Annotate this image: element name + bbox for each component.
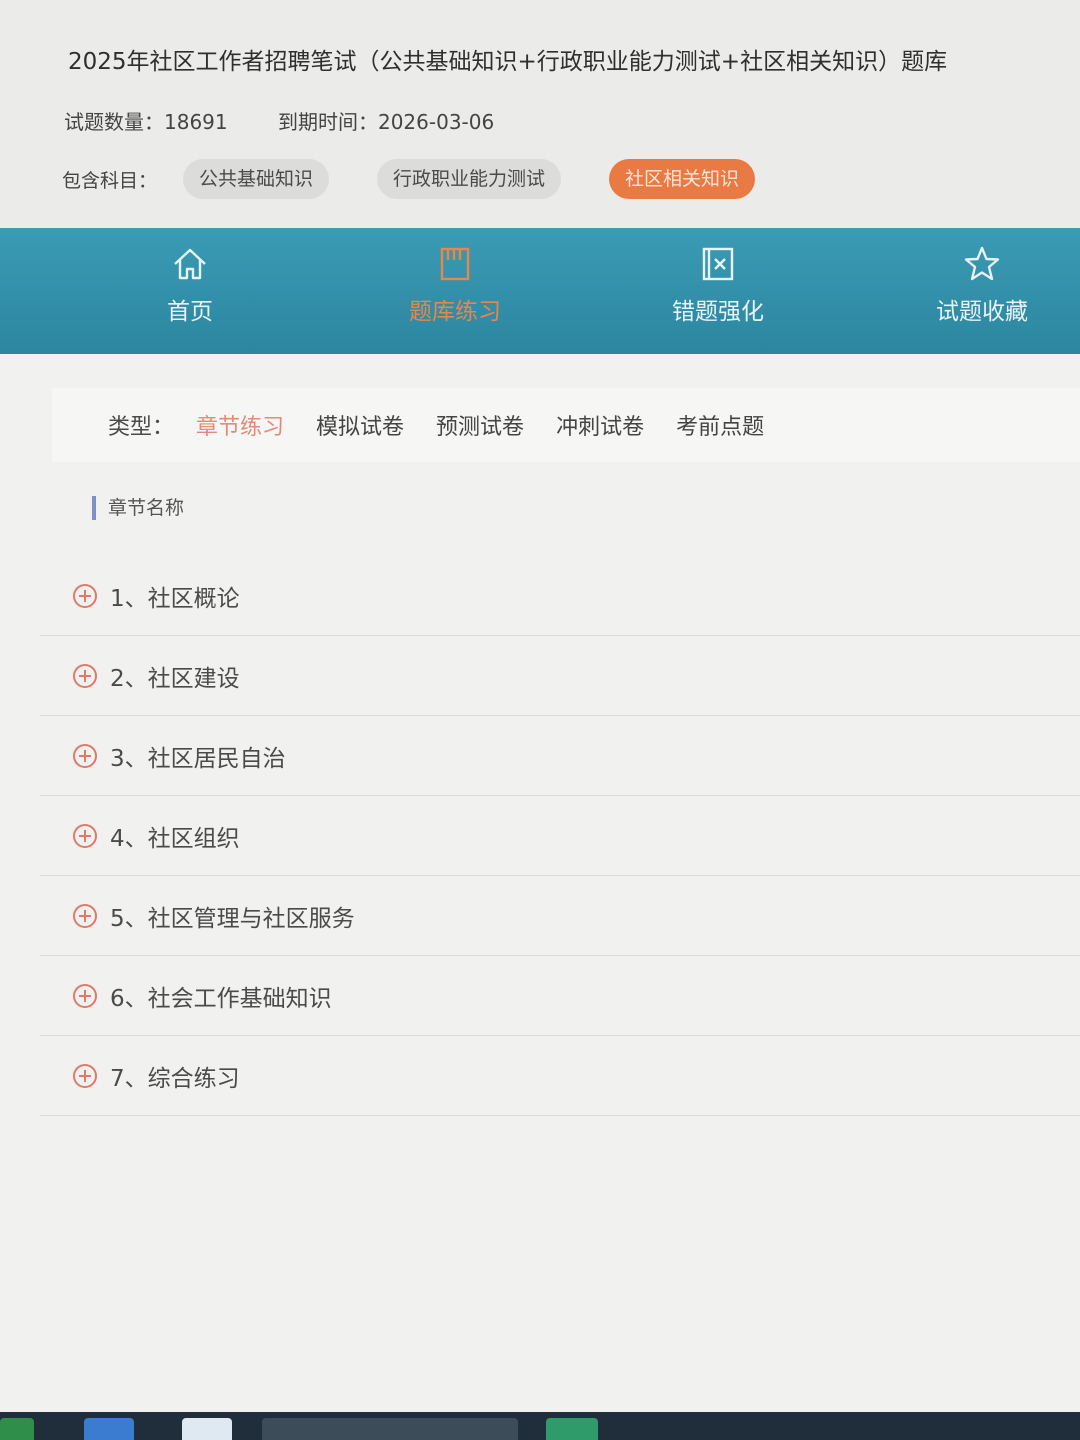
- os-taskbar: [0, 1412, 1080, 1440]
- taskbar-app-icon[interactable]: [546, 1418, 598, 1440]
- main-nav: 首页 题库练习 错题强化 试题收藏: [0, 228, 1080, 354]
- taskbar-app-icon[interactable]: [182, 1418, 232, 1440]
- type-filter-bar: 类型： 章节练习 模拟试卷 预测试卷 冲刺试卷 考前点题: [52, 388, 1080, 462]
- nav-favorites-label: 试题收藏: [936, 299, 1028, 325]
- expand-plus-icon[interactable]: [72, 743, 98, 769]
- taskbar-app-icon[interactable]: [0, 1418, 34, 1440]
- expand-plus-icon[interactable]: [72, 663, 98, 689]
- chapter-section-heading: 章节名称: [92, 496, 184, 520]
- chapter-item[interactable]: 2、社区建设: [40, 636, 1080, 716]
- expand-plus-icon[interactable]: [72, 583, 98, 609]
- question-count: 试题数量：18691: [64, 110, 228, 134]
- type-chapter-practice[interactable]: 章节练习: [196, 409, 284, 441]
- subject-chip-community[interactable]: 社区相关知识: [609, 159, 756, 199]
- type-label: 类型：: [108, 415, 175, 440]
- nav-mistakes-label: 错题强化: [672, 299, 764, 325]
- expand-plus-icon[interactable]: [72, 823, 98, 849]
- chapter-label: 4、社区组织: [110, 825, 240, 852]
- home-icon: [174, 248, 206, 280]
- subject-chip-public-basics[interactable]: 公共基础知识: [183, 159, 330, 199]
- question-count-value: 18691: [164, 110, 228, 134]
- chapter-item[interactable]: 5、社区管理与社区服务: [40, 876, 1080, 956]
- expiry-label: 到期时间：: [277, 110, 378, 134]
- expiry: 到期时间：2026-03-06: [278, 110, 494, 134]
- type-pre-exam-tips[interactable]: 考前点题: [676, 409, 764, 441]
- taskbar-window-button[interactable]: [262, 1418, 518, 1440]
- chapter-label: 5、社区管理与社区服务: [110, 905, 355, 932]
- course-info-panel: 2025年社区工作者招聘笔试（公共基础知识+行政职业能力测试+社区相关知识）题库…: [0, 0, 1080, 228]
- book-icon: [440, 247, 470, 281]
- chapter-label: 6、社会工作基础知识: [110, 985, 332, 1012]
- chapter-item[interactable]: 1、社区概论: [40, 556, 1080, 636]
- type-mock-exam[interactable]: 模拟试卷: [316, 409, 404, 441]
- nav-practice[interactable]: 题库练习: [355, 244, 555, 326]
- course-meta: 试题数量：18691 到期时间：2026-03-06: [64, 106, 538, 135]
- type-predict-exam[interactable]: 预测试卷: [436, 409, 524, 441]
- course-title: 2025年社区工作者招聘笔试（公共基础知识+行政职业能力测试+社区相关知识）题库: [68, 49, 948, 75]
- expand-plus-icon[interactable]: [72, 903, 98, 929]
- nav-home[interactable]: 首页: [90, 244, 290, 326]
- chapter-list: 1、社区概论 2、社区建设 3、社区居民自治 4、社区组织 5、社区管理与社区服…: [0, 556, 1080, 1116]
- nav-practice-label: 题库练习: [409, 299, 501, 325]
- nav-mistakes[interactable]: 错题强化: [618, 244, 818, 326]
- chapter-item[interactable]: 3、社区居民自治: [40, 716, 1080, 796]
- chapter-label: 1、社区概论: [110, 585, 240, 612]
- expand-plus-icon[interactable]: [72, 983, 98, 1009]
- type-sprint-exam[interactable]: 冲刺试卷: [556, 409, 644, 441]
- subject-chip-admin-aptitude[interactable]: 行政职业能力测试: [377, 159, 562, 199]
- taskbar-app-icon[interactable]: [84, 1418, 134, 1440]
- expiry-date: 2026-03-06: [377, 110, 495, 134]
- expand-plus-icon[interactable]: [72, 1063, 98, 1089]
- chapter-label: 2、社区建设: [110, 665, 240, 692]
- chapter-item[interactable]: 7、综合练习: [40, 1036, 1080, 1116]
- wrong-box-icon: [702, 247, 734, 281]
- chapter-item[interactable]: 6、社会工作基础知识: [40, 956, 1080, 1036]
- chapter-label: 3、社区居民自治: [110, 745, 286, 772]
- chapter-label: 7、综合练习: [110, 1065, 240, 1092]
- nav-favorites[interactable]: 试题收藏: [882, 244, 1080, 326]
- chapter-item[interactable]: 4、社区组织: [40, 796, 1080, 876]
- subjects-label: 包含科目：: [62, 169, 158, 192]
- star-icon: [964, 246, 1000, 281]
- question-count-label: 试题数量：: [64, 110, 164, 134]
- subjects-row: 包含科目： 公共基础知识 行政职业能力测试 社区相关知识: [62, 158, 803, 200]
- nav-home-label: 首页: [167, 299, 213, 325]
